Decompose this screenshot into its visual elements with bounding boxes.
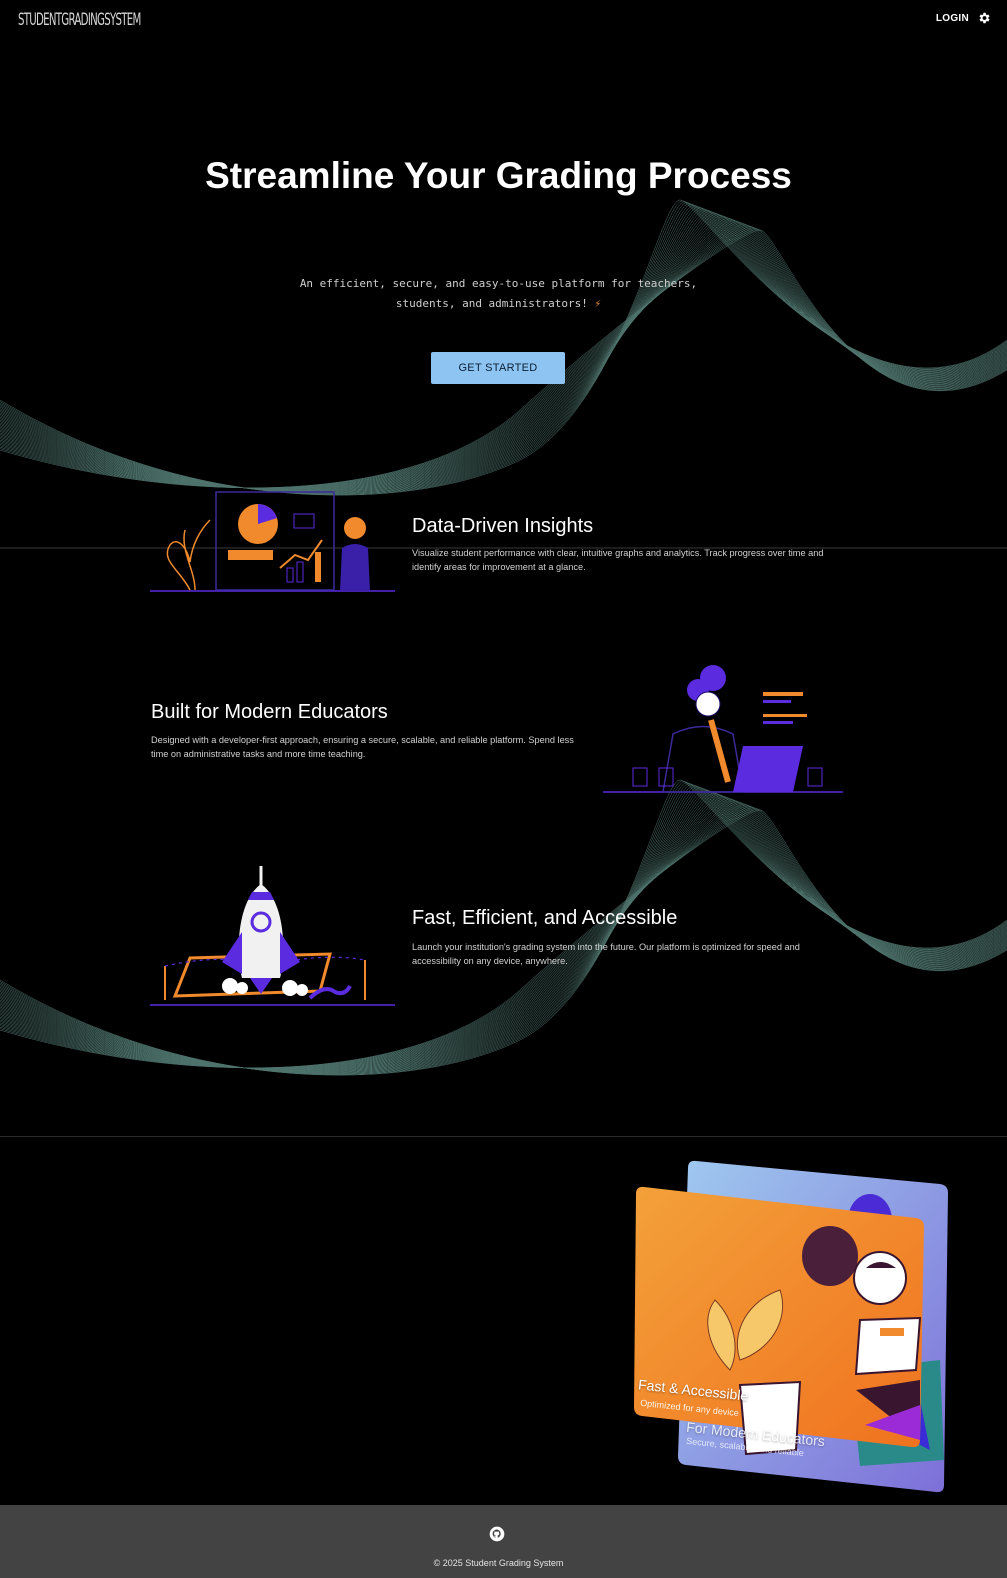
feature-text-insights: Visualize student performance with clear…: [412, 548, 824, 572]
github-icon[interactable]: [489, 1526, 505, 1542]
feature-text-fast: Launch your institution's grading system…: [412, 942, 800, 966]
section-divider: [0, 1136, 1007, 1137]
feature-title-educators: Built for Modern Educators: [151, 701, 388, 723]
footer-copyright: © 2025 Student Grading System: [433, 1558, 564, 1568]
rocket-illustration: [150, 866, 395, 1006]
feature-title-insights: Data-Driven Insights: [412, 515, 594, 537]
lightning-icon: ⚡: [594, 297, 602, 310]
brand-logo[interactable]: STUDENTGRADINGSYSTEM: [18, 10, 208, 38]
hero-subtitle: An efficient, secure, and easy-to-use pl…: [0, 274, 997, 314]
analytics-illustration: [150, 491, 395, 592]
feature-card-stack: Fast & Accessible Optimized for any devi…: [620, 1160, 960, 1500]
hero-subtitle-line-1: An efficient, secure, and easy-to-use pl…: [299, 277, 698, 290]
feature-text-educators: Designed with a developer-first approach…: [151, 735, 574, 759]
login-link[interactable]: LOGIN: [936, 13, 969, 24]
developer-illustration: [603, 665, 843, 793]
hero-subtitle-line-2: students, and administrators! ⚡: [0, 294, 997, 314]
brand-name: STUDENTGRADINGSYSTEM: [18, 10, 141, 30]
hero-subtitle-text: students, and administrators!: [395, 297, 588, 310]
get-started-button[interactable]: GET STARTED: [431, 352, 565, 384]
feature-title-fast: Fast, Efficient, and Accessible: [412, 907, 678, 929]
top-nav: LOGIN: [936, 11, 991, 25]
gear-icon[interactable]: [977, 11, 991, 25]
hero-title: Streamline Your Grading Process: [205, 155, 792, 196]
